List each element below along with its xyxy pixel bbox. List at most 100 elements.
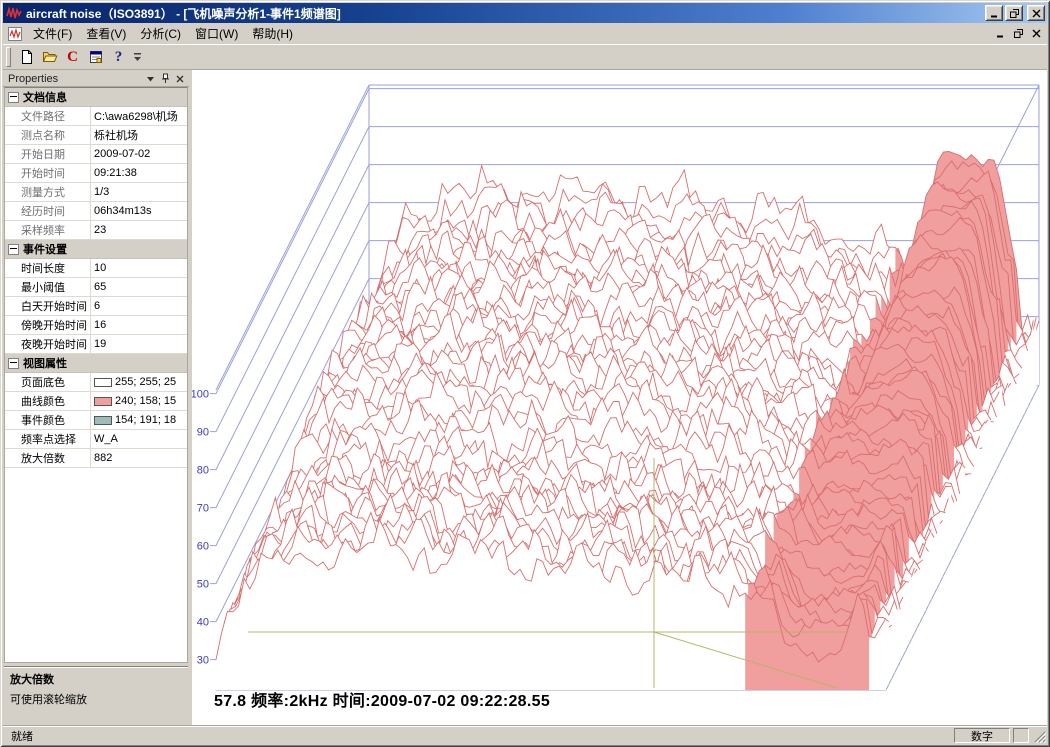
color-swatch[interactable]: [94, 397, 112, 406]
panel-close-button[interactable]: [173, 72, 187, 85]
property-label[interactable]: 开始时间: [5, 164, 91, 182]
property-value[interactable]: 09:21:38: [91, 164, 187, 182]
property-label[interactable]: 经历时间: [5, 202, 91, 220]
property-grid-rows[interactable]: 文档信息文件路径C:\awa6298\机场测点名称栎社机场开始日期2009-07…: [4, 87, 188, 663]
help-button[interactable]: ?: [107, 46, 130, 68]
property-value[interactable]: 06h34m13s: [91, 202, 187, 220]
property-row: 开始日期2009-07-02: [5, 145, 187, 164]
property-value[interactable]: 23: [91, 221, 187, 239]
property-value-text: C:\awa6298\机场: [94, 108, 178, 124]
properties-panel: Properties 文档信息文件路径C:\awa6298\机场测点名称栎社机场…: [3, 70, 189, 725]
properties-panel-header[interactable]: Properties: [3, 70, 189, 87]
calibration-button[interactable]: C: [61, 46, 84, 68]
property-value-text: 154; 191; 18: [115, 414, 176, 426]
property-value[interactable]: W_A: [91, 430, 187, 448]
menu-items: 文件(F)查看(V)分析(C)窗口(W)帮助(H): [26, 23, 991, 44]
color-swatch[interactable]: [94, 416, 112, 425]
app-window: { "window": { "title": "aircraft noise（I…: [0, 0, 1050, 747]
property-value-text: 19: [94, 338, 106, 350]
property-label[interactable]: 开始日期: [5, 145, 91, 163]
property-label[interactable]: 频率点选择: [5, 430, 91, 448]
resize-grip[interactable]: [1032, 729, 1046, 743]
title-bar[interactable]: aircraft noise（ISO3891） - [飞机噪声分析1-事件1频谱…: [3, 3, 1047, 23]
property-value-text: 240; 158; 15: [115, 395, 176, 407]
property-value[interactable]: 255; 255; 25: [91, 373, 187, 391]
new-document-icon: [19, 49, 35, 65]
property-value[interactable]: 2009-07-02: [91, 145, 187, 163]
mdi-restore-button[interactable]: [1010, 26, 1027, 41]
property-value[interactable]: 19: [91, 335, 187, 353]
property-row: 事件颜色 154; 191; 18: [5, 411, 187, 430]
property-label[interactable]: 夜晚开始时间: [5, 335, 91, 353]
property-label[interactable]: 页面底色: [5, 373, 91, 391]
property-label[interactable]: 事件颜色: [5, 411, 91, 429]
color-swatch[interactable]: [94, 378, 112, 387]
property-value[interactable]: 6: [91, 297, 187, 315]
property-value[interactable]: 10: [91, 259, 187, 277]
property-value-text: 10: [94, 262, 106, 274]
open-file-button[interactable]: [38, 46, 61, 68]
property-value[interactable]: 1/3: [91, 183, 187, 201]
property-row: 采样频率23: [5, 221, 187, 240]
property-value-text: 栎社机场: [94, 127, 138, 143]
restore-button[interactable]: [1005, 5, 1023, 21]
collapse-icon[interactable]: [8, 92, 19, 103]
y-tick-label: 40: [197, 617, 209, 629]
property-value[interactable]: 154; 191; 18: [91, 411, 187, 429]
property-value[interactable]: 240; 158; 15: [91, 392, 187, 410]
toolbar-overflow-button[interactable]: [130, 46, 144, 68]
property-value[interactable]: 16: [91, 316, 187, 334]
property-row: 频率点选择W_A: [5, 430, 187, 449]
minimize-button[interactable]: [985, 5, 1003, 21]
chart-area[interactable]: 10090807060504030 57.8 频率:2kHz 时间:2009-0…: [192, 70, 1047, 725]
property-label[interactable]: 文件路径: [5, 107, 91, 125]
property-label[interactable]: 曲线颜色: [5, 392, 91, 410]
property-value[interactable]: 882: [91, 449, 187, 467]
close-button[interactable]: [1027, 5, 1045, 21]
mdi-minimize-button[interactable]: [992, 26, 1009, 41]
chevron-down-icon: [146, 75, 155, 83]
panel-pin-button[interactable]: [158, 72, 172, 85]
status-text: 就绪: [3, 728, 954, 744]
category-event-settings[interactable]: 事件设置: [5, 240, 187, 259]
menu-item-help[interactable]: 帮助(H): [245, 23, 300, 44]
category-view-props[interactable]: 视图属性: [5, 354, 187, 373]
collapse-icon[interactable]: [8, 358, 19, 369]
menu-item-window[interactable]: 窗口(W): [188, 23, 245, 44]
waterfall-chart[interactable]: 10090807060504030: [192, 70, 1047, 725]
property-row: 夜晚开始时间19: [5, 335, 187, 354]
y-tick-label: 30: [197, 655, 209, 667]
mdi-close-button[interactable]: [1028, 26, 1045, 41]
property-label[interactable]: 采样频率: [5, 221, 91, 239]
property-description-title: 放大倍数: [10, 671, 182, 687]
category-label: 视图属性: [23, 355, 67, 371]
new-document-button[interactable]: [15, 46, 38, 68]
property-label[interactable]: 测点名称: [5, 126, 91, 144]
restore-icon: [1014, 29, 1023, 38]
property-value-text: 23: [94, 224, 106, 236]
properties-button[interactable]: [84, 46, 107, 68]
waterfall-surface[interactable]: [216, 152, 1039, 691]
category-doc-info[interactable]: 文档信息: [5, 88, 187, 107]
menu-item-analysis[interactable]: 分析(C): [133, 23, 188, 44]
property-label[interactable]: 测量方式: [5, 183, 91, 201]
chevron-down-icon: [133, 51, 142, 63]
property-label[interactable]: 时间长度: [5, 259, 91, 277]
category-label: 事件设置: [23, 241, 67, 257]
property-value[interactable]: 65: [91, 278, 187, 296]
menu-item-file[interactable]: 文件(F): [26, 23, 79, 44]
property-value[interactable]: C:\awa6298\机场: [91, 107, 187, 125]
toolbar-grip[interactable]: [6, 47, 11, 67]
status-num-indicator: 数字: [954, 728, 1010, 743]
property-value-text: 09:21:38: [94, 167, 137, 179]
collapse-icon[interactable]: [8, 244, 19, 255]
property-value-text: 255; 255; 25: [115, 376, 176, 388]
property-label[interactable]: 最小阈值: [5, 278, 91, 296]
document-icon[interactable]: [7, 26, 23, 42]
menu-item-view[interactable]: 查看(V): [79, 23, 133, 44]
property-label[interactable]: 傍晚开始时间: [5, 316, 91, 334]
property-label[interactable]: 放大倍数: [5, 449, 91, 467]
property-value[interactable]: 栎社机场: [91, 126, 187, 144]
property-label[interactable]: 白天开始时间: [5, 297, 91, 315]
panel-menu-button[interactable]: [143, 72, 157, 85]
